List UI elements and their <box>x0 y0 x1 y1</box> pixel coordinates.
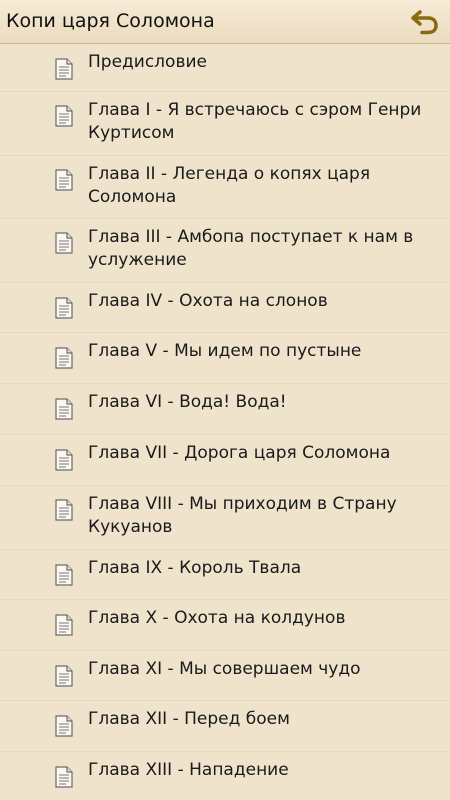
chapter-item[interactable]: Глава VI - Вода! Вода! <box>0 384 450 435</box>
document-icon <box>54 398 74 420</box>
chapter-label: Глава III - Амбопа поступает к нам в усл… <box>88 227 414 270</box>
chapter-item[interactable]: Глава V - Мы идем по пустыне <box>0 333 450 384</box>
document-icon <box>54 169 74 191</box>
chapter-item[interactable]: Глава XI - Мы совершаем чудо <box>0 651 450 701</box>
chapter-item[interactable]: Глава XII - Перед боем <box>0 701 450 752</box>
chapter-item[interactable]: Глава III - Амбопа поступает к нам в усл… <box>0 219 450 283</box>
chapter-label: Глава II - Легенда о копях царя Соломона <box>88 164 371 207</box>
document-icon <box>54 105 74 127</box>
chapter-label: Глава VIII - Мы приходим в Страну Кукуан… <box>88 494 397 537</box>
chapter-item[interactable]: Глава XIII - Нападение <box>0 752 450 800</box>
chapter-item[interactable]: Глава VII - Дорога царя Соломона <box>0 435 450 486</box>
document-icon <box>54 347 74 369</box>
chapter-label: Предисловие <box>88 52 207 72</box>
document-icon <box>54 715 74 737</box>
document-icon <box>54 58 74 80</box>
document-icon <box>54 297 74 319</box>
chapter-item[interactable]: Глава X - Охота на колдунов <box>0 600 450 651</box>
chapter-item[interactable]: Глава I - Я встречаюсь с сэром Генри Кур… <box>0 92 450 156</box>
document-icon <box>54 766 74 788</box>
chapter-item[interactable]: Глава II - Легенда о копях царя Соломона <box>0 156 450 219</box>
document-icon <box>54 564 74 586</box>
chapter-item[interactable]: Глава VIII - Мы приходим в Страну Кукуан… <box>0 486 450 550</box>
chapter-item[interactable]: Предисловие <box>0 44 450 92</box>
back-button[interactable] <box>408 6 442 38</box>
document-icon <box>54 499 74 521</box>
back-arrow-icon <box>411 10 438 35</box>
chapter-item[interactable]: Глава IX - Король Твала <box>0 550 450 600</box>
document-icon <box>54 665 74 687</box>
document-icon <box>54 232 74 254</box>
chapter-label: Глава IX - Король Твала <box>88 558 302 578</box>
document-icon <box>54 614 74 636</box>
chapter-label: Глава IV - Охота на слонов <box>88 291 328 311</box>
page-title: Копи царя Соломона <box>6 10 215 32</box>
document-icon <box>54 449 74 471</box>
chapter-item[interactable]: Глава IV - Охота на слонов <box>0 283 450 333</box>
chapter-label: Глава VII - Дорога царя Соломона <box>88 443 391 463</box>
chapter-label: Глава XII - Перед боем <box>88 709 290 729</box>
chapter-label: Глава XIII - Нападение <box>88 760 289 780</box>
title-bar: Копи царя Соломона <box>0 0 450 44</box>
chapter-label: Глава VI - Вода! Вода! <box>88 392 287 412</box>
chapter-label: Глава X - Охота на колдунов <box>88 608 346 628</box>
chapter-list: Предисловие Глава I - Я встречаюсь с сэро… <box>0 44 450 800</box>
chapter-label: Глава I - Я встречаюсь с сэром Генри Кур… <box>88 100 422 143</box>
chapter-label: Глава XI - Мы совершаем чудо <box>88 659 361 679</box>
chapter-label: Глава V - Мы идем по пустыне <box>88 341 362 361</box>
